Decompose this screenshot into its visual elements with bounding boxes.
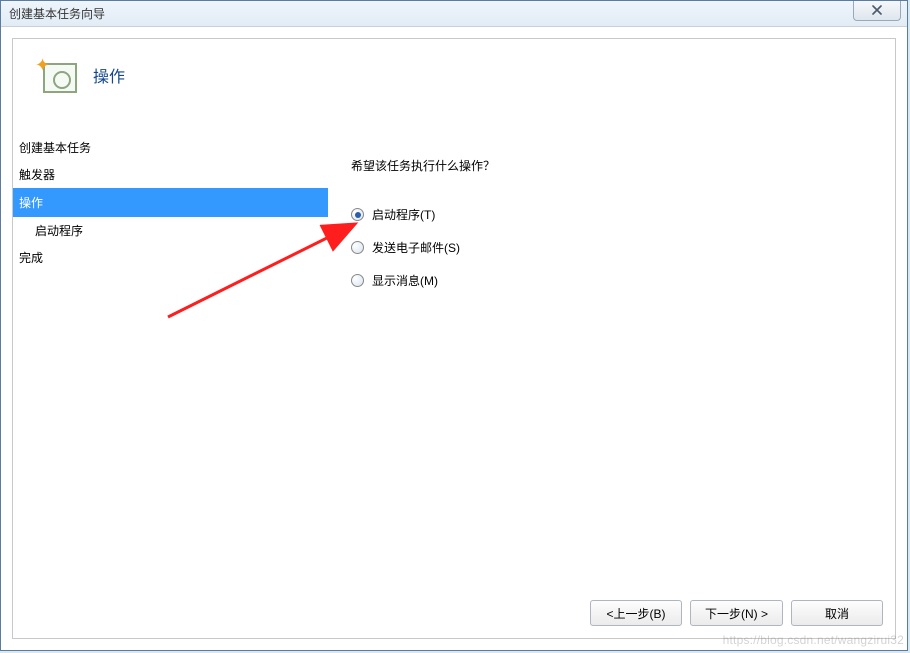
wizard-icon: ✦	[37, 57, 77, 93]
sidebar-item-label: 创建基本任务	[19, 141, 91, 155]
sidebar-item-label: 完成	[19, 251, 43, 265]
watermark-text: https://blog.csdn.net/wangzirui32	[723, 633, 904, 647]
sidebar-item-label: 启动程序	[35, 224, 83, 238]
radio-group: 启动程序(T) 发送电子邮件(S) 显示消息(M)	[351, 206, 875, 289]
radio-icon	[351, 208, 364, 221]
radio-icon	[351, 241, 364, 254]
button-label: 取消	[825, 605, 849, 622]
back-button[interactable]: <上一步(B)	[590, 600, 682, 626]
sidebar-item-trigger[interactable]: 触发器	[13, 161, 328, 188]
button-label: 下一步(N) >	[705, 605, 768, 622]
radio-show-message[interactable]: 显示消息(M)	[351, 272, 875, 289]
sidebar-item-action[interactable]: 操作	[13, 188, 328, 217]
radio-label: 发送电子邮件(S)	[372, 239, 460, 256]
next-button[interactable]: 下一步(N) >	[690, 600, 783, 626]
radio-start-program[interactable]: 启动程序(T)	[351, 206, 875, 223]
radio-label: 显示消息(M)	[372, 272, 438, 289]
main-area: 希望该任务执行什么操作？ 启动程序(T) 发送电子邮件(S) 显示消息(M)	[351, 157, 875, 289]
sidebar-item-start-program[interactable]: 启动程序	[13, 217, 328, 244]
sidebar-item-label: 操作	[19, 196, 43, 210]
radio-icon	[351, 274, 364, 287]
button-label: <上一步(B)	[606, 605, 665, 622]
button-row: <上一步(B) 下一步(N) > 取消	[590, 600, 883, 626]
sidebar: 创建基本任务 触发器 操作 启动程序 完成	[13, 134, 328, 271]
sidebar-item-label: 触发器	[19, 168, 55, 182]
close-icon	[871, 4, 883, 18]
header-row: ✦ 操作	[37, 57, 125, 93]
radio-send-email[interactable]: 发送电子邮件(S)	[351, 239, 875, 256]
radio-label: 启动程序(T)	[372, 206, 435, 223]
cancel-button[interactable]: 取消	[791, 600, 883, 626]
inner-panel: ✦ 操作 创建基本任务 触发器 操作 启动程序 完成 希望该任务执行什么操作？ …	[12, 38, 896, 639]
question-text: 希望该任务执行什么操作？	[351, 157, 875, 174]
sidebar-item-finish[interactable]: 完成	[13, 244, 328, 271]
titlebar: 创建基本任务向导	[1, 1, 907, 27]
page-title: 操作	[93, 63, 125, 87]
window-title: 创建基本任务向导	[9, 5, 105, 22]
wizard-window: 创建基本任务向导 ✦ 操作 创建基本任务 触发器 操作 启动程序 完成	[0, 0, 908, 651]
close-button[interactable]	[853, 1, 901, 21]
content-area: ✦ 操作 创建基本任务 触发器 操作 启动程序 完成 希望该任务执行什么操作？ …	[1, 27, 907, 650]
sidebar-item-create-task[interactable]: 创建基本任务	[13, 134, 328, 161]
